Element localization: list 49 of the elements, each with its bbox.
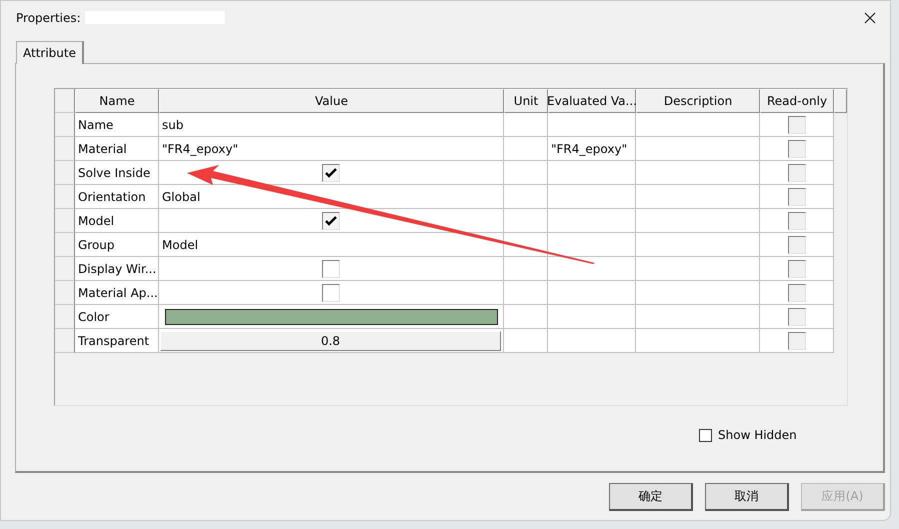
checkbox[interactable] [788,164,806,182]
checkbox[interactable] [788,260,806,278]
checkbox[interactable] [322,164,340,182]
checkbox[interactable] [788,212,806,230]
checkbox[interactable] [322,212,340,230]
tab[interactable]: Attribute [16,41,84,64]
dialog-button[interactable]: 取消 [705,483,789,511]
table-cell: Color [75,305,159,329]
dialog-button[interactable]: 确定 [609,483,693,511]
table-cell: Name [75,113,159,137]
column-header[interactable]: Unit [504,89,548,113]
window-title: Properties: [16,10,81,24]
close-icon [864,12,876,24]
table-cell: "FR4_epoxy" [159,137,504,161]
checkbox[interactable] [788,188,806,206]
table-cell: "FR4_epoxy" [548,137,636,161]
column-header[interactable]: Name [75,89,159,113]
table-cell: Display Wir... [75,257,159,281]
column-header[interactable]: Description [636,89,760,113]
checkbox[interactable] [699,428,712,442]
check-icon [325,168,337,178]
table-cell: Material Ap... [75,281,159,305]
table-cell: Solve Inside [75,161,159,185]
checkbox[interactable] [322,260,340,278]
checkbox[interactable] [788,116,806,134]
color-swatch[interactable] [165,308,498,324]
checkbox[interactable] [788,284,806,302]
checkbox[interactable] [788,140,806,158]
table-cell: Transparent [75,329,159,353]
table-cell [504,137,548,161]
table-cell: Group [75,233,159,257]
checkbox-label: Show Hidden [718,428,797,442]
column-header[interactable]: Value [159,89,504,113]
table-cell: Orientation [75,185,159,209]
column-header[interactable]: Evaluated Va... [548,89,636,113]
table-cell [504,113,548,137]
table-cell [504,185,548,209]
column-header[interactable]: Read-only [760,89,834,113]
table-cell: sub [159,113,504,137]
table-cell: Model [159,233,504,257]
checkbox[interactable] [788,236,806,254]
check-icon [325,216,337,226]
value-button[interactable]: 0.8 [160,330,501,350]
table-cell: Model [75,209,159,233]
table-cell: Global [159,185,504,209]
table-cell: Material [75,137,159,161]
checkbox[interactable] [788,308,806,326]
checkbox[interactable] [788,332,806,350]
checkbox[interactable] [322,284,340,302]
